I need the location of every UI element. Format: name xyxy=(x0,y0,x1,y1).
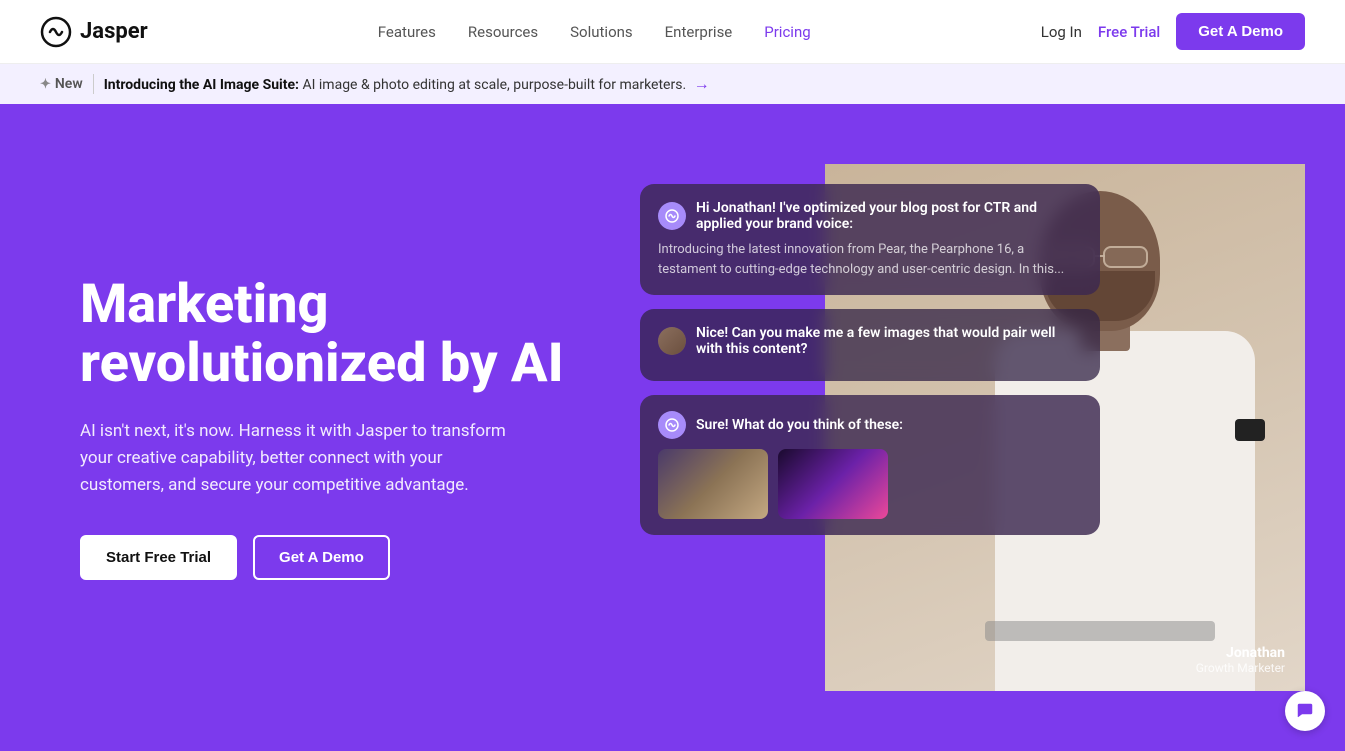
new-badge: ✦ New xyxy=(40,76,83,92)
chat-bubble-1-header: Hi Jonathan! I've optimized your blog po… xyxy=(658,200,1082,232)
chat-bubble-1-body: Introducing the latest innovation from P… xyxy=(658,240,1082,279)
get-demo-button[interactable]: Get A Demo xyxy=(1176,13,1305,50)
nav-actions: Log In Free Trial Get A Demo xyxy=(1041,13,1305,50)
logo-text: Jasper xyxy=(80,19,148,44)
chat-images xyxy=(658,449,1082,519)
star-icon: ✦ xyxy=(40,77,51,92)
jasper-avatar-1 xyxy=(658,202,686,230)
chat-bubble-2-body: Nice! Can you make me a few images that … xyxy=(696,325,1082,357)
announcement-arrow[interactable]: → xyxy=(694,74,710,93)
chat-bubble-2-header: Nice! Can you make me a few images that … xyxy=(658,325,1082,357)
person-label: Jonathan Growth Marketer xyxy=(1196,645,1285,675)
hero-title: Marketing revolutionized by AI xyxy=(80,275,580,394)
bar-divider xyxy=(93,74,94,94)
login-link[interactable]: Log In xyxy=(1041,23,1082,41)
chat-bubble-3: Sure! What do you think of these: xyxy=(640,395,1100,535)
announcement-body: AI image & photo editing at scale, purpo… xyxy=(302,77,686,93)
chat-bubble-1: Hi Jonathan! I've optimized your blog po… xyxy=(640,184,1100,295)
hero-right: Jonathan Growth Marketer Hi Jonathan! I'… xyxy=(640,164,1285,691)
announcement-bar: ✦ New Introducing the AI Image Suite: AI… xyxy=(0,64,1345,104)
chat-container: Hi Jonathan! I've optimized your blog po… xyxy=(640,184,1100,535)
nav-link-resources[interactable]: Resources xyxy=(468,23,538,41)
hero-left: Marketing revolutionized by AI AI isn't … xyxy=(80,275,580,580)
start-free-trial-button[interactable]: Start Free Trial xyxy=(80,535,237,580)
navbar: Jasper Features Resources Solutions Ente… xyxy=(0,0,1345,64)
nav-links: Features Resources Solutions Enterprise … xyxy=(378,23,811,41)
new-label: New xyxy=(55,76,83,92)
free-trial-link[interactable]: Free Trial xyxy=(1098,23,1160,41)
generated-image-1 xyxy=(658,449,768,519)
watch xyxy=(1235,419,1265,441)
generated-image-2 xyxy=(778,449,888,519)
jasper-icon xyxy=(664,208,680,224)
jasper-icon-3 xyxy=(664,417,680,433)
hero-subtitle: AI isn't next, it's now. Harness it with… xyxy=(80,418,520,500)
hero-buttons: Start Free Trial Get A Demo xyxy=(80,535,580,580)
nav-link-solutions[interactable]: Solutions xyxy=(570,23,633,41)
jasper-logo-icon xyxy=(40,16,72,48)
chat-widget-button[interactable] xyxy=(1285,691,1325,731)
chat-bubble-3-header: Sure! What do you think of these: xyxy=(658,411,1082,439)
hero-get-demo-button[interactable]: Get A Demo xyxy=(253,535,390,580)
user-avatar xyxy=(658,327,686,355)
chat-bubble-1-title: Hi Jonathan! I've optimized your blog po… xyxy=(696,200,1082,232)
announcement-text: Introducing the AI Image Suite: AI image… xyxy=(104,74,710,94)
person-name: Jonathan xyxy=(1196,645,1285,661)
jasper-avatar-3 xyxy=(658,411,686,439)
chat-bubble-3-title: Sure! What do you think of these: xyxy=(696,417,903,433)
person-role: Growth Marketer xyxy=(1196,661,1285,675)
announcement-title: Introducing the AI Image Suite: xyxy=(104,77,299,93)
glass-right xyxy=(1103,246,1148,268)
chat-widget-icon xyxy=(1295,701,1315,721)
hero-section: Marketing revolutionized by AI AI isn't … xyxy=(0,104,1345,751)
nav-link-enterprise[interactable]: Enterprise xyxy=(665,23,733,41)
logo[interactable]: Jasper xyxy=(40,16,148,48)
nav-link-pricing[interactable]: Pricing xyxy=(764,23,810,41)
laptop xyxy=(985,621,1215,641)
chat-bubble-2: Nice! Can you make me a few images that … xyxy=(640,309,1100,381)
nav-link-features[interactable]: Features xyxy=(378,23,436,41)
